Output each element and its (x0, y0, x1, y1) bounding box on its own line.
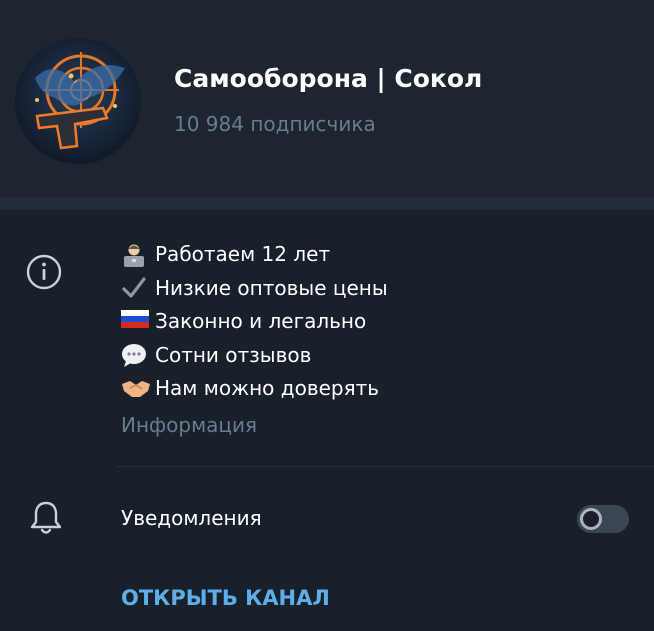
subscriber-count: 10 984 подписчика (174, 112, 376, 136)
notifications-label: Уведомления (121, 506, 262, 530)
toggle-knob (580, 508, 602, 530)
handshake-emoji (121, 376, 155, 402)
notifications-toggle[interactable] (577, 505, 629, 533)
channel-description: Работаем 12 лет Низкие оптовые цены Зако… (121, 238, 641, 440)
description-line: Работаем 12 лет (121, 238, 641, 272)
info-icon (26, 254, 62, 290)
avatar-image (15, 38, 141, 164)
description-line: Нам можно доверять (121, 372, 641, 406)
divider (117, 466, 654, 467)
channel-avatar[interactable] (15, 38, 141, 164)
speech-bubble-emoji (121, 342, 155, 368)
description-line: Законно и легально (121, 305, 641, 339)
channel-title: Самооборона | Сокол (174, 64, 483, 93)
bell-icon (30, 501, 62, 534)
open-channel-button[interactable]: ОТКРЫТЬ КАНАЛ (121, 586, 330, 610)
person-laptop-emoji (121, 242, 155, 268)
description-line: Низкие оптовые цены (121, 272, 641, 306)
description-line: Сотни отзывов (121, 339, 641, 373)
info-caption: Информация (121, 412, 258, 437)
russia-flag-emoji (121, 309, 155, 335)
section-separator (0, 197, 654, 210)
check-mark-emoji (121, 275, 155, 301)
channel-header: Самооборона | Сокол 10 984 подписчика (0, 0, 654, 197)
